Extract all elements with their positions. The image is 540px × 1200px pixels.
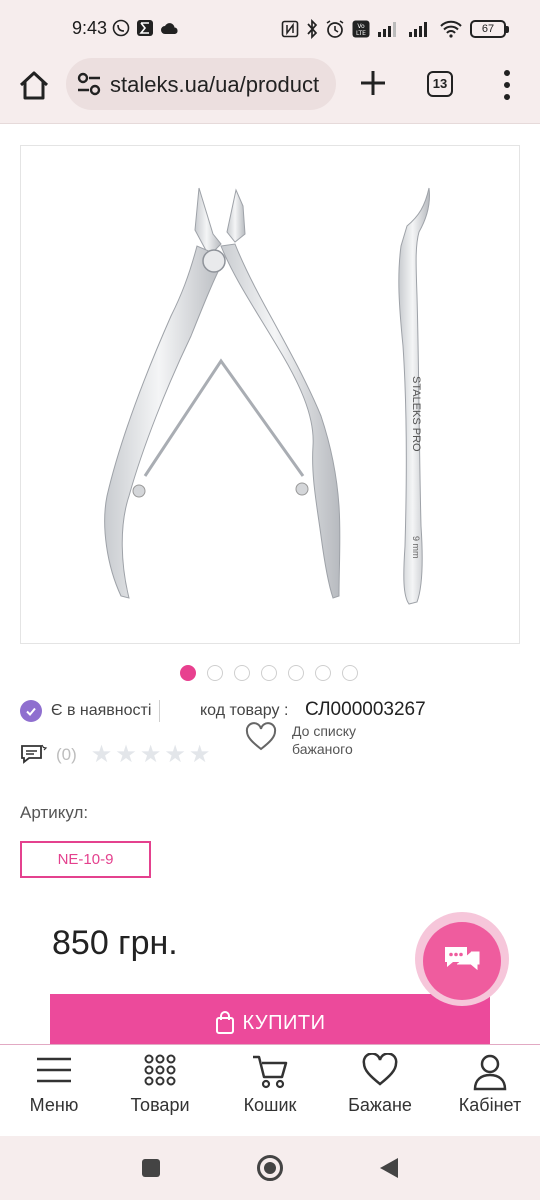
- gallery-dot[interactable]: [261, 665, 277, 681]
- shopping-bag-icon: [215, 1011, 234, 1034]
- availability-text: Є в наявності: [51, 702, 152, 719]
- cuticle-nipper-illustration: STALEKS PRO 9 mm: [104, 187, 430, 605]
- heart-outline-icon[interactable]: [244, 722, 278, 752]
- check-icon: [20, 700, 42, 722]
- reviews-row: (0) ★ ★ ★ ★ ★: [20, 743, 210, 767]
- volte-icon: VoLTE: [352, 20, 370, 38]
- gallery-dot[interactable]: [288, 665, 304, 681]
- review-count[interactable]: (0): [56, 745, 77, 765]
- wifi-icon: [440, 20, 462, 38]
- nav-item-menu[interactable]: Меню: [0, 1045, 108, 1137]
- user-icon: [473, 1054, 507, 1091]
- nav-item-wishlist[interactable]: Бажане: [326, 1045, 434, 1137]
- divider: [159, 700, 161, 722]
- status-bar: 9:43 Vo LTE 67: [0, 0, 540, 58]
- chat-icon: [445, 947, 480, 971]
- system-status-icons: Vo LTE 67: [281, 19, 509, 39]
- battery-icon: 67: [470, 20, 509, 38]
- hamburger-icon: [37, 1057, 71, 1083]
- bluetooth-icon: [307, 19, 318, 39]
- status-time: 9:43: [72, 18, 108, 38]
- buy-button-label: КУПИТИ: [242, 1011, 326, 1034]
- gallery-dot[interactable]: [234, 665, 250, 681]
- availability-status: Є в наявності: [20, 700, 161, 722]
- home-icon[interactable]: [16, 68, 52, 104]
- grid-icon: [144, 1054, 176, 1086]
- nav-item-products[interactable]: Товари: [106, 1045, 214, 1137]
- nav-label-cart: Кошик: [243, 1095, 297, 1115]
- engraving-text: STALEKS PRO: [410, 376, 422, 452]
- nav-label-wishlist: Бажане: [348, 1095, 412, 1115]
- notification-icons: [112, 19, 180, 37]
- system-nav-bar: [0, 1136, 540, 1200]
- cart-icon: [253, 1055, 288, 1089]
- back-icon[interactable]: [378, 1156, 400, 1180]
- star-icon[interactable]: ★: [164, 743, 186, 767]
- sigma-app-icon: [137, 20, 153, 36]
- wishlist-label[interactable]: До списку бажаного: [292, 722, 372, 758]
- nav-item-cart[interactable]: Кошик: [216, 1045, 324, 1137]
- svg-text:LTE: LTE: [356, 30, 366, 37]
- nav-item-account[interactable]: Кабінет: [436, 1045, 540, 1137]
- url-text: staleks.ua/ua/product: [110, 72, 320, 97]
- product-image[interactable]: STALEKS PRO 9 mm: [20, 145, 520, 644]
- star-icon[interactable]: ★: [115, 743, 137, 767]
- signal-icon-2: [409, 22, 427, 37]
- new-tab-icon[interactable]: [356, 66, 390, 100]
- star-icon[interactable]: ★: [91, 743, 113, 767]
- svg-text:Vo: Vo: [357, 23, 365, 30]
- nfc-icon: [281, 20, 299, 38]
- more-menu-icon[interactable]: [497, 68, 517, 102]
- star-icon[interactable]: ★: [189, 743, 211, 767]
- heart-icon: [362, 1053, 398, 1086]
- gallery-pagination: [180, 665, 358, 681]
- product-code-value: СЛ000003267: [305, 699, 426, 720]
- nav-label-products: Товари: [130, 1095, 190, 1115]
- alarm-icon: [326, 20, 344, 38]
- nav-label-menu: Меню: [29, 1095, 79, 1115]
- gallery-dot[interactable]: [207, 665, 223, 681]
- article-option[interactable]: NE-10-9: [20, 841, 151, 878]
- browser-toolbar: staleks.ua/ua/product 13: [0, 58, 540, 124]
- gallery-dot[interactable]: [342, 665, 358, 681]
- site-settings-icon[interactable]: [76, 72, 102, 96]
- cloud-icon: [161, 23, 178, 34]
- viber-icon: [112, 19, 130, 37]
- home-circle-icon[interactable]: [256, 1154, 284, 1182]
- tab-switcher-button[interactable]: 13: [427, 71, 453, 97]
- gallery-dot[interactable]: [315, 665, 331, 681]
- signal-icon-1: [378, 22, 396, 37]
- chat-button[interactable]: [423, 922, 501, 1000]
- nav-label-account: Кабінет: [458, 1095, 522, 1115]
- engraving-size-text: 9 mm: [411, 536, 421, 559]
- add-to-wishlist[interactable]: До списку бажаного: [244, 722, 372, 758]
- rating-stars[interactable]: ★ ★ ★ ★ ★: [91, 743, 211, 767]
- site-bottom-nav: Меню Товари Кошик Бажане Кабінет: [0, 1044, 540, 1136]
- star-icon[interactable]: ★: [140, 743, 162, 767]
- price: 850 грн.: [52, 924, 178, 962]
- reviews-icon[interactable]: [20, 743, 48, 767]
- product-code-label: код товару :: [200, 702, 289, 719]
- recents-icon[interactable]: [141, 1158, 161, 1178]
- address-bar[interactable]: staleks.ua/ua/product: [66, 58, 336, 110]
- article-label: Артикул:: [20, 803, 89, 822]
- gallery-dot[interactable]: [180, 665, 196, 681]
